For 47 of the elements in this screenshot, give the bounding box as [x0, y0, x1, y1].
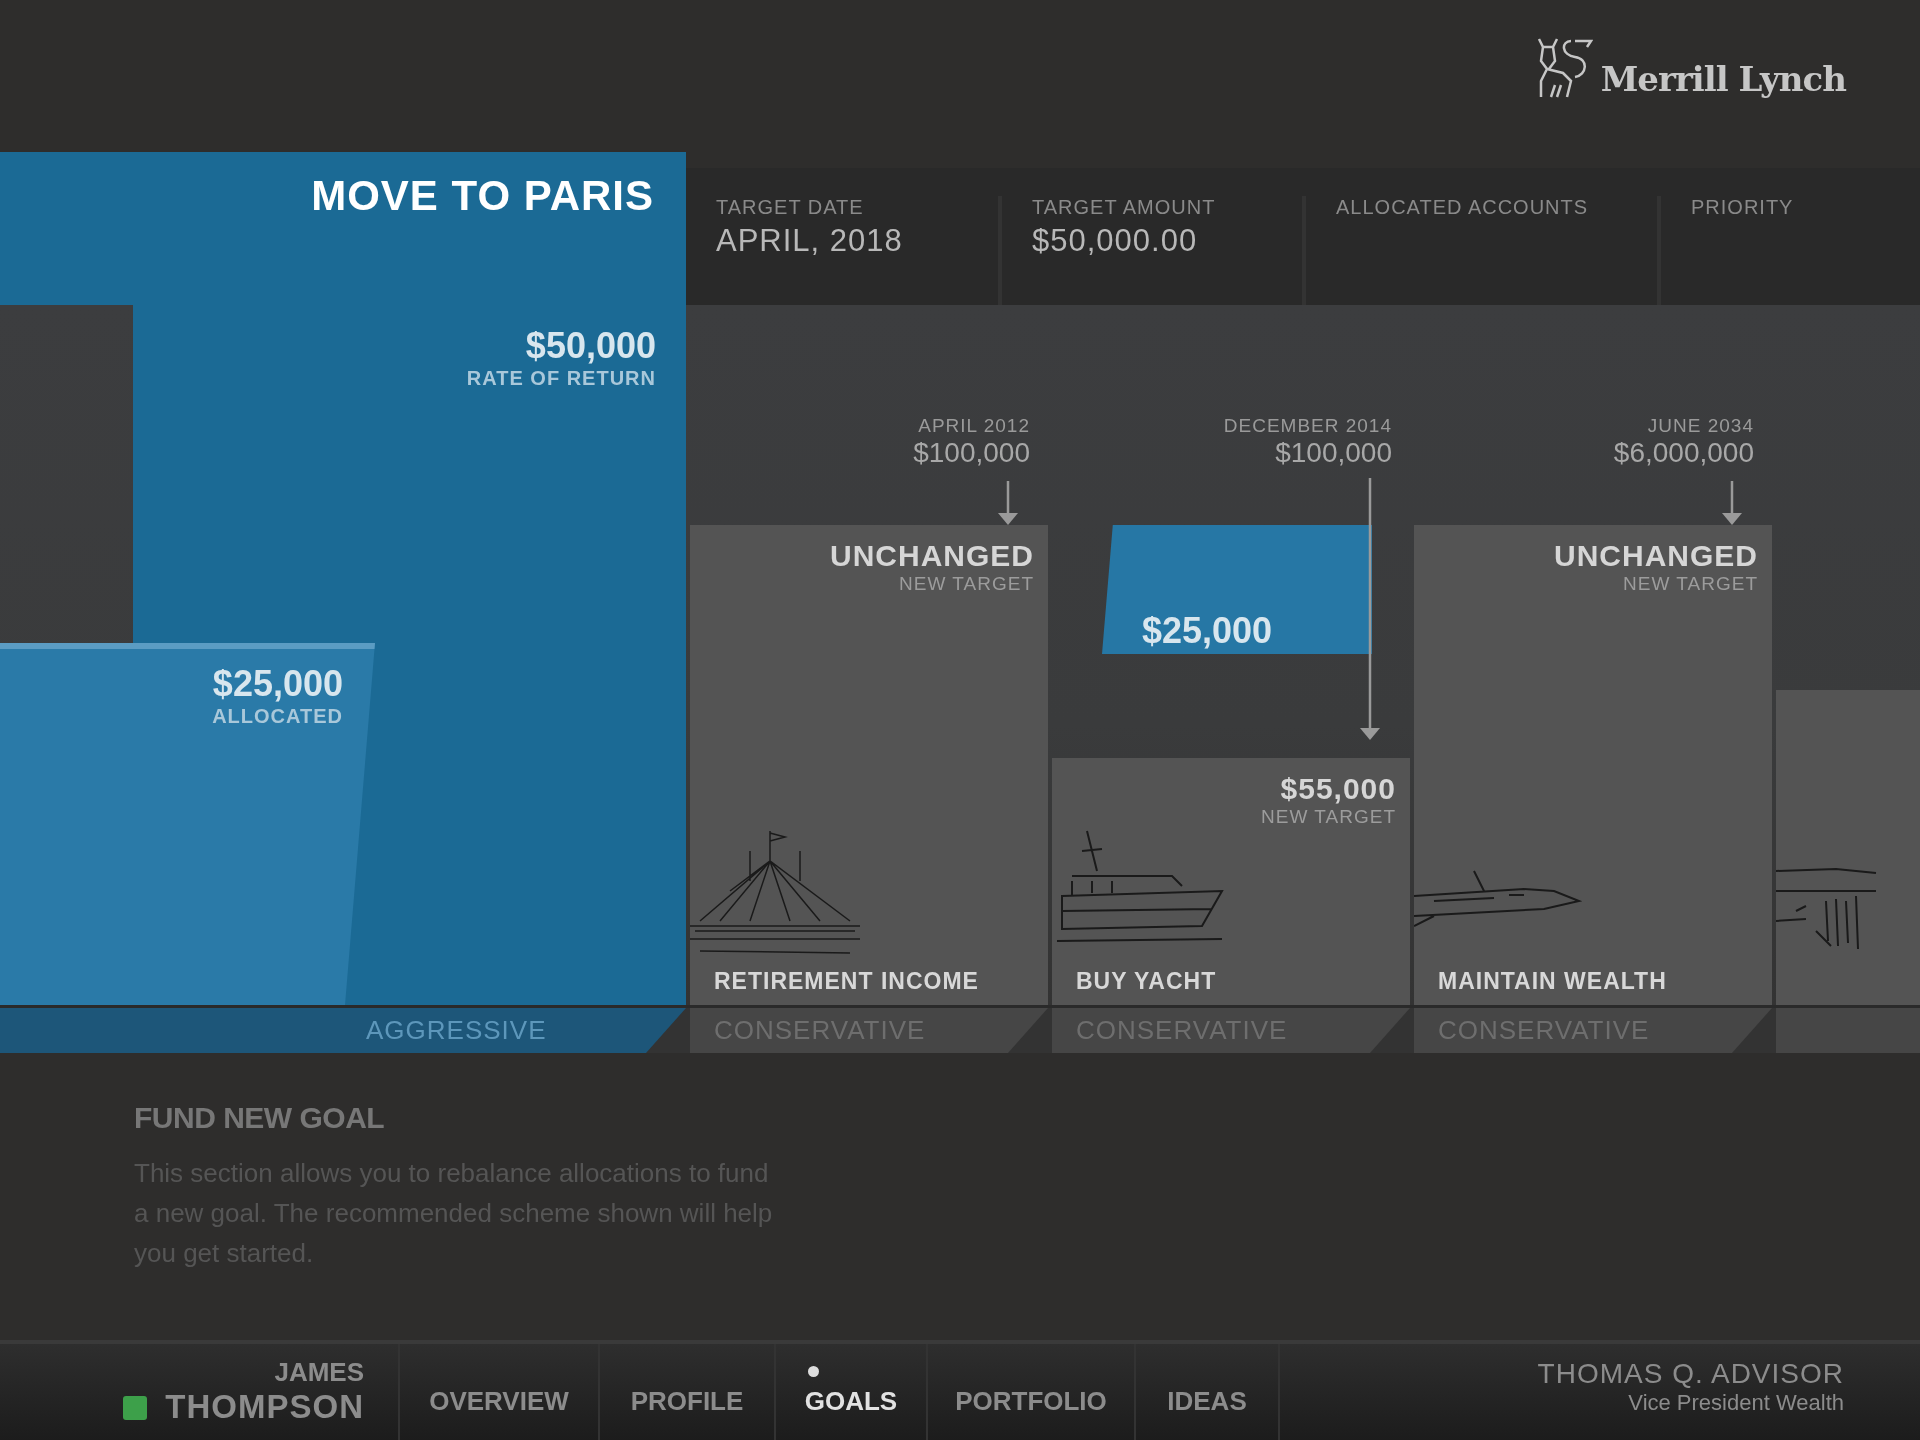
active-dot-icon	[808, 1366, 819, 1377]
goal-card[interactable]: $55,000 NEW TARGET BUY YACHT	[1052, 758, 1410, 1005]
client-first-name: JAMES	[274, 1357, 364, 1388]
goal-date: JUNE 2034	[1647, 415, 1754, 437]
advisor-title: Vice President Wealth	[1628, 1390, 1844, 1416]
section-title: FUND NEW GOAL	[134, 1101, 386, 1135]
new-target-label: NEW TARGET	[1261, 806, 1396, 828]
goal-name: RETIREMENT INCOME	[714, 968, 979, 995]
goal-title: MOVE TO PARIS	[311, 172, 654, 220]
goal-amount: $50,000	[525, 325, 656, 367]
goal-name: MAINTAIN WEALTH	[1438, 968, 1667, 995]
allocated-amount: $25,000	[212, 663, 343, 705]
field-label: PRIORITY	[1691, 196, 1795, 219]
allocated-label: ALLOCATED	[212, 705, 343, 728]
goal-card[interactable]	[1776, 690, 1920, 1005]
down-arrow-icon	[1360, 478, 1380, 740]
goal-status-label: NEW TARGET	[899, 573, 1034, 595]
client-last-name: THOMPSON	[165, 1388, 364, 1426]
field-label: TARGET DATE	[716, 196, 865, 219]
nav-tab[interactable]: GOALS	[776, 1344, 928, 1440]
goal-card[interactable]: UNCHANGED NEW TARGET RETIREMENT INCOME	[690, 525, 1048, 1005]
nav-tab[interactable]: IDEAS	[1136, 1344, 1280, 1440]
new-target-amount: $55,000	[1280, 772, 1396, 806]
goal-card[interactable]: UNCHANGED NEW TARGET MAINTAIN WEALTH	[1414, 525, 1772, 1005]
down-arrow-icon	[998, 481, 1018, 525]
goal-amount: $6,000,000	[1613, 437, 1754, 469]
down-arrow-icon	[1722, 481, 1742, 525]
field-label: ALLOCATED ACCOUNTS	[1336, 196, 1590, 219]
goal-status: UNCHANGED	[830, 539, 1034, 573]
nav-tab[interactable]: PORTFOLIO	[928, 1344, 1136, 1440]
brand-logo-text: Merrill Lynch	[1600, 59, 1846, 99]
field-value: $50,000.00	[1032, 223, 1199, 259]
advisor-name: THOMAS Q. ADVISOR	[1537, 1358, 1844, 1390]
risk-label: AGGRESSIVE	[366, 1015, 547, 1046]
goal-date: APRIL 2012	[918, 415, 1030, 437]
reallocated-amount: $25,000	[1142, 610, 1273, 652]
nav-tab[interactable]: PROFILE	[600, 1344, 776, 1440]
goal-amount: $100,000	[913, 437, 1030, 469]
field-value: APRIL, 2018	[716, 223, 904, 259]
goal-amount: $100,000	[1275, 437, 1392, 469]
goal-status: UNCHANGED	[1554, 539, 1758, 573]
goal-amount-label: RATE OF RETURN	[466, 367, 656, 390]
nav-tab[interactable]: OVERVIEW	[400, 1344, 600, 1440]
goal-name: BUY YACHT	[1076, 968, 1217, 995]
goal-date: DECEMBER 2014	[1223, 415, 1392, 437]
field-label: TARGET AMOUNT	[1032, 196, 1217, 219]
goal-status-label: NEW TARGET	[1623, 573, 1758, 595]
